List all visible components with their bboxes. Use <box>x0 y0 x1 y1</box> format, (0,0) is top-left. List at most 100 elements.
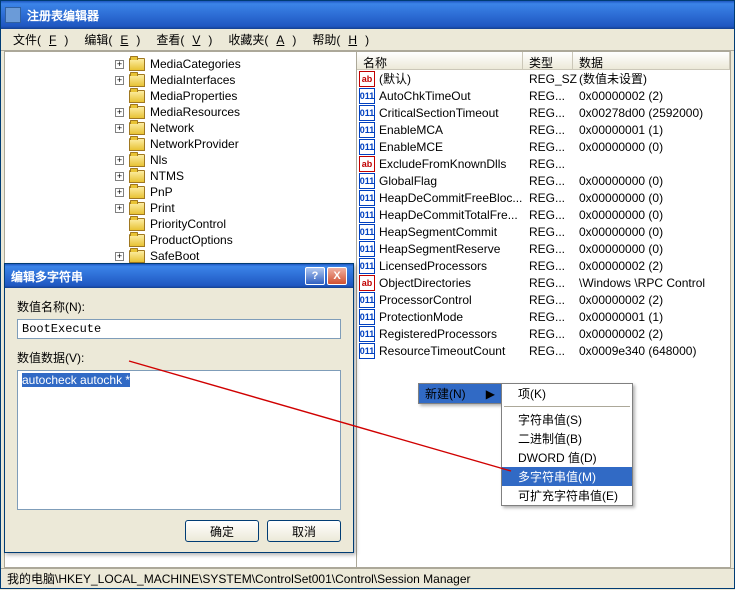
folder-icon <box>129 250 145 263</box>
list-row[interactable]: 011RegisteredProcessorsREG...0x00000002 … <box>357 325 730 342</box>
submenu-item[interactable]: 多字符串值(M) <box>502 467 632 486</box>
menubar[interactable]: 文件(F)编辑(E)查看(V)收藏夹(A)帮助(H) <box>1 29 734 51</box>
folder-icon <box>129 58 145 71</box>
expand-icon[interactable]: + <box>115 204 124 213</box>
expand-icon <box>115 92 124 101</box>
tree-node[interactable]: MediaProperties <box>5 88 356 104</box>
submenu-item[interactable]: DWORD 值(D) <box>502 448 632 467</box>
dword-icon: 011 <box>359 292 375 308</box>
context-menu[interactable]: 新建(N)▶ <box>418 383 502 404</box>
tree-node[interactable]: PriorityControl <box>5 216 356 232</box>
list-row[interactable]: abObjectDirectoriesREG...\Windows \RPC C… <box>357 274 730 291</box>
tree-node[interactable]: ProductOptions <box>5 232 356 248</box>
ok-button[interactable]: 确定 <box>185 520 259 542</box>
tree-node[interactable]: +MediaInterfaces <box>5 72 356 88</box>
list-row[interactable]: 011EnableMCAREG...0x00000001 (1) <box>357 121 730 138</box>
menu-h[interactable]: 帮助(H) <box>304 29 377 50</box>
list-row[interactable]: 011ResourceTimeoutCountREG...0x0009e340 … <box>357 342 730 359</box>
ctx-new[interactable]: 新建(N)▶ <box>419 384 501 403</box>
dword-icon: 011 <box>359 309 375 325</box>
tree-node[interactable]: +PnP <box>5 184 356 200</box>
list-row[interactable]: 011HeapSegmentReserveREG...0x00000000 (0… <box>357 240 730 257</box>
value-name-label: 数值名称(N): <box>17 298 341 315</box>
tree-node[interactable]: NetworkProvider <box>5 136 356 152</box>
list-row[interactable]: 011ProcessorControlREG...0x00000002 (2) <box>357 291 730 308</box>
value-name: EnableMCA <box>379 123 443 137</box>
list-row[interactable]: 011HeapDeCommitTotalFre...REG...0x000000… <box>357 206 730 223</box>
col-type[interactable]: 类型 <box>523 52 573 69</box>
tree-node[interactable]: +Nls <box>5 152 356 168</box>
edit-multistring-dialog[interactable]: 编辑多字符串 ? X 数值名称(N): 数值数据(V): autocheck a… <box>4 263 354 553</box>
list-row[interactable]: 011GlobalFlagREG...0x00000000 (0) <box>357 172 730 189</box>
list-row[interactable]: 011HeapDeCommitFreeBloc...REG...0x000000… <box>357 189 730 206</box>
value-name: CriticalSectionTimeout <box>379 106 499 120</box>
tree-node[interactable]: +MediaCategories <box>5 56 356 72</box>
tree-node[interactable]: +NTMS <box>5 168 356 184</box>
expand-icon[interactable]: + <box>115 188 124 197</box>
tree-node[interactable]: +Network <box>5 120 356 136</box>
value-type: REG... <box>523 208 573 222</box>
menu-f[interactable]: 文件(F) <box>5 29 76 50</box>
expand-icon[interactable]: + <box>115 124 124 133</box>
tree-node[interactable]: +Print <box>5 200 356 216</box>
col-data[interactable]: 数据 <box>573 52 730 69</box>
menu-v[interactable]: 查看(V) <box>148 29 220 50</box>
submenu-item[interactable]: 字符串值(S) <box>502 410 632 429</box>
value-type: REG_SZ <box>523 72 573 86</box>
regedit-window: 注册表编辑器 文件(F)编辑(E)查看(V)收藏夹(A)帮助(H) +Media… <box>0 0 735 589</box>
value-name: ObjectDirectories <box>379 276 471 290</box>
col-name[interactable]: 名称 <box>357 52 523 69</box>
value-data: 0x00000002 (2) <box>573 259 730 273</box>
tree-node[interactable]: +SafeBoot <box>5 248 356 264</box>
help-button[interactable]: ? <box>305 267 325 285</box>
submenu-item[interactable]: 可扩充字符串值(E) <box>502 486 632 505</box>
list-row[interactable]: 011HeapSegmentCommitREG...0x00000000 (0) <box>357 223 730 240</box>
statusbar: 我的电脑\HKEY_LOCAL_MACHINE\SYSTEM\ControlSe… <box>1 568 734 588</box>
menu-a[interactable]: 收藏夹(A) <box>220 29 304 50</box>
context-submenu[interactable]: 项(K) 字符串值(S)二进制值(B)DWORD 值(D)多字符串值(M)可扩充字… <box>501 383 633 506</box>
expand-icon[interactable]: + <box>115 252 124 261</box>
tree-label: ProductOptions <box>150 233 233 247</box>
value-data: 0x00000002 (2) <box>573 327 730 341</box>
expand-icon[interactable]: + <box>115 172 124 181</box>
list-row[interactable]: abExcludeFromKnownDllsREG... <box>357 155 730 172</box>
value-data-textarea[interactable]: autocheck autochk * <box>17 370 341 510</box>
list-row[interactable]: 011CriticalSectionTimeoutREG...0x00278d0… <box>357 104 730 121</box>
list-row[interactable]: 011EnableMCEREG...0x00000000 (0) <box>357 138 730 155</box>
submenu-item[interactable]: 二进制值(B) <box>502 429 632 448</box>
value-name: HeapDeCommitFreeBloc... <box>379 191 522 205</box>
tree-label: MediaResources <box>150 105 240 119</box>
expand-icon[interactable]: + <box>115 60 124 69</box>
value-data: \Windows \RPC Control <box>573 276 730 290</box>
tree-label: NetworkProvider <box>150 137 239 151</box>
folder-icon <box>129 170 145 183</box>
expand-icon[interactable]: + <box>115 156 124 165</box>
submenu-item[interactable]: 项(K) <box>502 384 632 403</box>
value-data: 0x00000000 (0) <box>573 174 730 188</box>
titlebar[interactable]: 注册表编辑器 <box>1 1 734 29</box>
value-type: REG... <box>523 225 573 239</box>
list-row[interactable]: 011AutoChkTimeOutREG...0x00000002 (2) <box>357 87 730 104</box>
expand-icon[interactable]: + <box>115 76 124 85</box>
list-row[interactable]: 011LicensedProcessorsREG...0x00000002 (2… <box>357 257 730 274</box>
value-data: 0x00000001 (1) <box>573 123 730 137</box>
expand-icon[interactable]: + <box>115 108 124 117</box>
close-button[interactable]: X <box>327 267 347 285</box>
menu-e[interactable]: 编辑(E) <box>76 29 148 50</box>
cancel-button[interactable]: 取消 <box>267 520 341 542</box>
dialog-titlebar[interactable]: 编辑多字符串 ? X <box>5 264 353 288</box>
value-name-input[interactable] <box>17 319 341 339</box>
list-header[interactable]: 名称 类型 数据 <box>357 52 730 70</box>
list-row[interactable]: 011ProtectionModeREG...0x00000001 (1) <box>357 308 730 325</box>
tree-node[interactable]: + MediaResources <box>5 104 356 120</box>
value-data: (数值未设置) <box>573 70 730 87</box>
value-type: REG... <box>523 106 573 120</box>
list-row[interactable]: ab(默认)REG_SZ(数值未设置) <box>357 70 730 87</box>
value-type: REG... <box>523 310 573 324</box>
value-data: 0x00000000 (0) <box>573 242 730 256</box>
value-data-label: 数值数据(V): <box>17 349 341 366</box>
value-data: 0x00000001 (1) <box>573 310 730 324</box>
dword-icon: 011 <box>359 224 375 240</box>
value-type: REG... <box>523 89 573 103</box>
expand-icon <box>115 220 124 229</box>
